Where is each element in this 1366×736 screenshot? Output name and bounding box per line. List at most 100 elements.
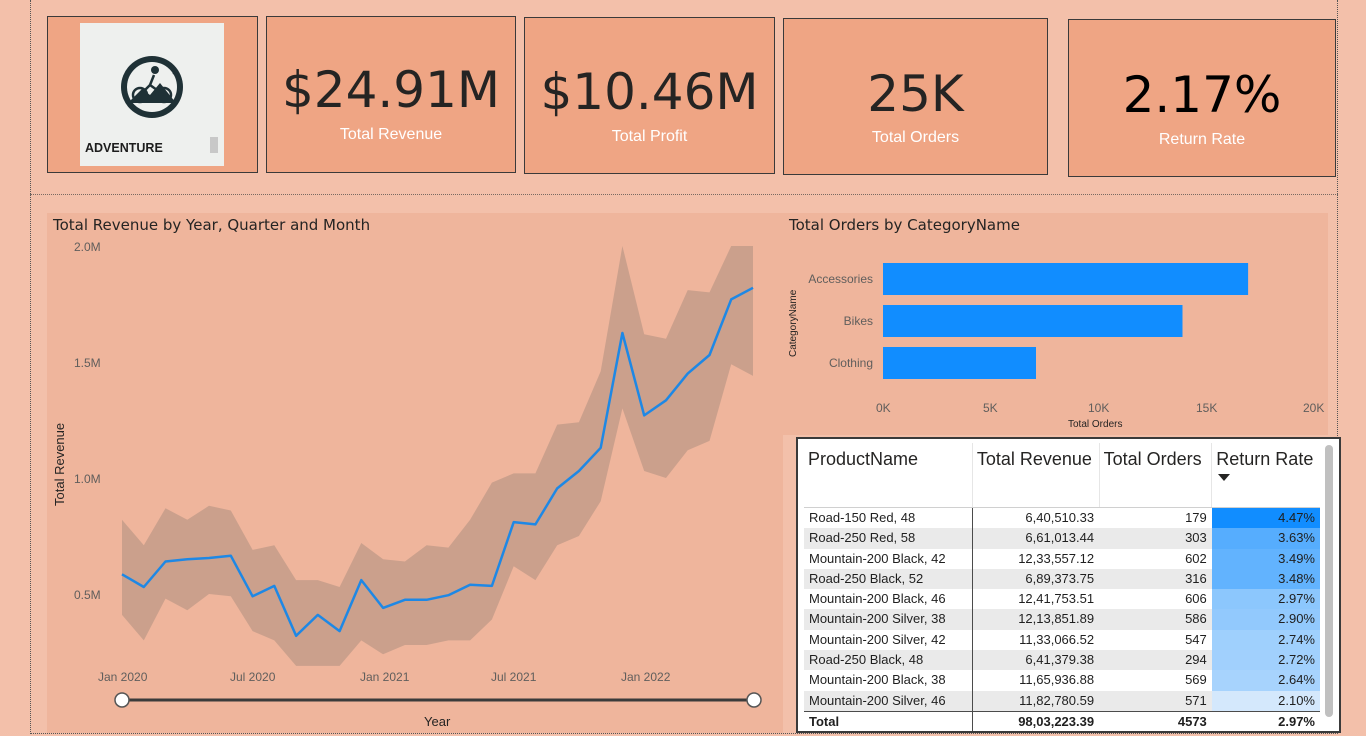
mountain-bike-logo-icon	[121, 56, 183, 118]
x-tick-label: Jan 2020	[98, 670, 148, 684]
product-table[interactable]: ProductName Total Revenue Total Orders R…	[796, 437, 1341, 733]
cell-orders: 586	[1099, 609, 1212, 630]
kpi-label: Return Rate	[1158, 131, 1246, 148]
table-row[interactable]: Mountain-200 Black, 38 11,65,936.88 569 2.6…	[804, 670, 1320, 691]
cell-product: Road-250 Black, 48	[804, 650, 973, 671]
cell-orders: 569	[1185, 672, 1207, 688]
x-tick-label: Jul 2021	[491, 670, 537, 684]
bar-x-tick-label: 10K	[1088, 401, 1110, 415]
kpi-card-return-rate[interactable]: 2.17% Return Rate	[1068, 19, 1336, 177]
cell-revenue: 6,61,013.44	[972, 528, 1100, 549]
cell-product: Mountain-200 Black, 38	[804, 670, 973, 691]
cell-product: Mountain-200 Silver, 38	[804, 609, 973, 630]
cell-revenue: 6,40,510.33	[1025, 510, 1095, 525]
cell-return-rate: 2.90%	[1211, 609, 1320, 630]
cell-revenue: 6,89,373.75	[972, 568, 1100, 590]
cell-product: Road-250 Black, 52	[804, 568, 973, 590]
x-axis-label: Year	[424, 714, 451, 729]
col-header-revenue[interactable]: Total Revenue	[971, 443, 1100, 508]
total-revenue: 98,03,223.39	[972, 710, 1100, 731]
bar-x-tick-label: 5K	[983, 401, 998, 415]
cell-revenue: 12,41,753.51	[1018, 591, 1095, 607]
cell-orders: 602	[1185, 550, 1207, 566]
cell-revenue: 12,13,851.89	[972, 609, 1100, 630]
cell-product: Mountain-200 Black, 46	[804, 589, 973, 610]
cell-return-rate: 2.10%	[1211, 690, 1320, 712]
y-tick-label: 2.0M	[74, 240, 101, 254]
line-chart-title: Total Revenue by Year, Quarter and Month	[53, 216, 371, 234]
revenue-line-chart-panel[interactable]	[47, 213, 783, 733]
orders-bar-chart-panel[interactable]	[783, 213, 1328, 435]
table-row[interactable]: Road-250 Black, 52 6,89,373.75 316 3.48%	[804, 568, 1320, 590]
col-header-product[interactable]: ProductName	[804, 443, 973, 508]
col-header-orders[interactable]: Total Orders	[1098, 443, 1212, 508]
table-row[interactable]: Mountain-200 Silver, 46 11,82,780.59 571 2.…	[804, 690, 1320, 712]
cell-orders: 571	[1099, 690, 1212, 712]
y-tick-label: 1.0M	[74, 472, 101, 486]
sort-desc-icon	[1218, 474, 1231, 481]
bar-y-axis-label: CategoryName	[788, 289, 799, 357]
table-row[interactable]: Road-250 Red, 58 6,61,013.44 303 3.63%	[804, 528, 1320, 549]
table-row[interactable]: Mountain-200 Silver, 42 11,33,066.52 547 2.…	[804, 629, 1320, 651]
total-orders: 4573	[1099, 710, 1212, 731]
logo-scrollbar[interactable]	[210, 137, 218, 153]
x-tick-label: Jan 2022	[621, 670, 671, 684]
bar-x-tick-label: 20K	[1303, 401, 1325, 415]
y-tick-label: 0.5M	[74, 588, 101, 602]
table-row[interactable]: Mountain-200 Silver, 38 12,13,851.89 586 2.…	[804, 609, 1320, 630]
kpi-value: 25K	[867, 65, 964, 123]
bar-x-tick-label: 0K	[876, 401, 891, 415]
col-header-return-rate-label: Return Rate	[1216, 449, 1314, 469]
cell-orders: 316	[1099, 568, 1212, 590]
kpi-label: Total Revenue	[339, 126, 443, 143]
kpi-card-total-revenue[interactable]: $24.91M Total Revenue	[266, 16, 516, 173]
cell-product: Mountain-200 Black, 42	[804, 548, 973, 569]
kpi-card-total-profit[interactable]: $10.46M Total Profit	[524, 17, 775, 174]
col-header-return-rate[interactable]: Return Rate	[1211, 443, 1320, 508]
cell-return-rate: 3.63%	[1211, 528, 1320, 549]
cell-revenue: 11,82,780.59	[972, 690, 1100, 712]
cell-orders: 606	[1185, 591, 1207, 607]
cell-revenue: 12,33,557.12	[1018, 550, 1095, 566]
product-table-grid: ProductName Total Revenue Total Orders R…	[804, 443, 1320, 731]
total-return-rate: 2.97%	[1211, 710, 1320, 731]
cell-product: Mountain-200 Silver, 42	[804, 629, 973, 651]
x-tick-label: Jul 2020	[230, 670, 276, 684]
cell-orders: 547	[1185, 631, 1207, 647]
x-tick-label: Jan 2021	[360, 670, 410, 684]
cell-return-rate: 3.49%	[1211, 548, 1320, 569]
bar-chart-title: Total Orders by CategoryName	[789, 216, 1020, 234]
logo-text: ADVENTURE	[85, 141, 163, 155]
table-total-row: Total 98,03,223.39 4573 2.97%	[804, 710, 1320, 731]
cell-return-rate: 2.64%	[1211, 670, 1320, 691]
bar-x-tick-label: 15K	[1196, 401, 1218, 415]
bar-x-axis-label: Total Orders	[1068, 419, 1123, 430]
cell-return-rate: 2.97%	[1211, 589, 1320, 610]
cell-product: Road-150 Red, 48	[804, 507, 973, 529]
cell-return-rate: 2.72%	[1211, 650, 1320, 671]
cell-product: Road-250 Red, 58	[804, 528, 973, 549]
cell-return-rate: 4.47%	[1211, 507, 1320, 529]
kpi-card-total-orders[interactable]: 25K Total Orders	[783, 18, 1048, 175]
table-row[interactable]: Mountain-200 Black, 46 12,41,753.51 606 2.9…	[804, 589, 1320, 610]
table-row[interactable]: Road-150 Red, 48 6,40,510.33 179 4.47%	[804, 507, 1320, 529]
cell-orders: 303	[1099, 528, 1212, 549]
section-divider	[30, 194, 1338, 195]
cell-return-rate: 2.74%	[1211, 629, 1320, 651]
cell-revenue: 11,65,936.88	[1019, 672, 1095, 688]
kpi-label: Total Orders	[871, 129, 960, 146]
table-row[interactable]: Road-250 Black, 48 6,41,379.38 294 2.72%	[804, 650, 1320, 671]
y-tick-label: 1.5M	[74, 356, 101, 370]
cell-orders: 294	[1099, 650, 1212, 671]
cell-orders: 179	[1185, 510, 1207, 525]
cell-product: Mountain-200 Silver, 46	[804, 690, 973, 712]
cell-revenue: 11,33,066.52	[1019, 631, 1095, 647]
total-label: Total	[804, 710, 973, 731]
table-row[interactable]: Mountain-200 Black, 42 12,33,557.12 602 3.4…	[804, 548, 1320, 569]
logo-card: ADVENTURE	[47, 16, 258, 173]
table-scrollbar[interactable]	[1325, 445, 1333, 717]
y-axis-label: Total Revenue	[52, 422, 67, 506]
cell-revenue: 6,41,379.38	[972, 650, 1100, 671]
kpi-value: $10.46M	[540, 63, 759, 121]
cell-return-rate: 3.48%	[1211, 568, 1320, 590]
